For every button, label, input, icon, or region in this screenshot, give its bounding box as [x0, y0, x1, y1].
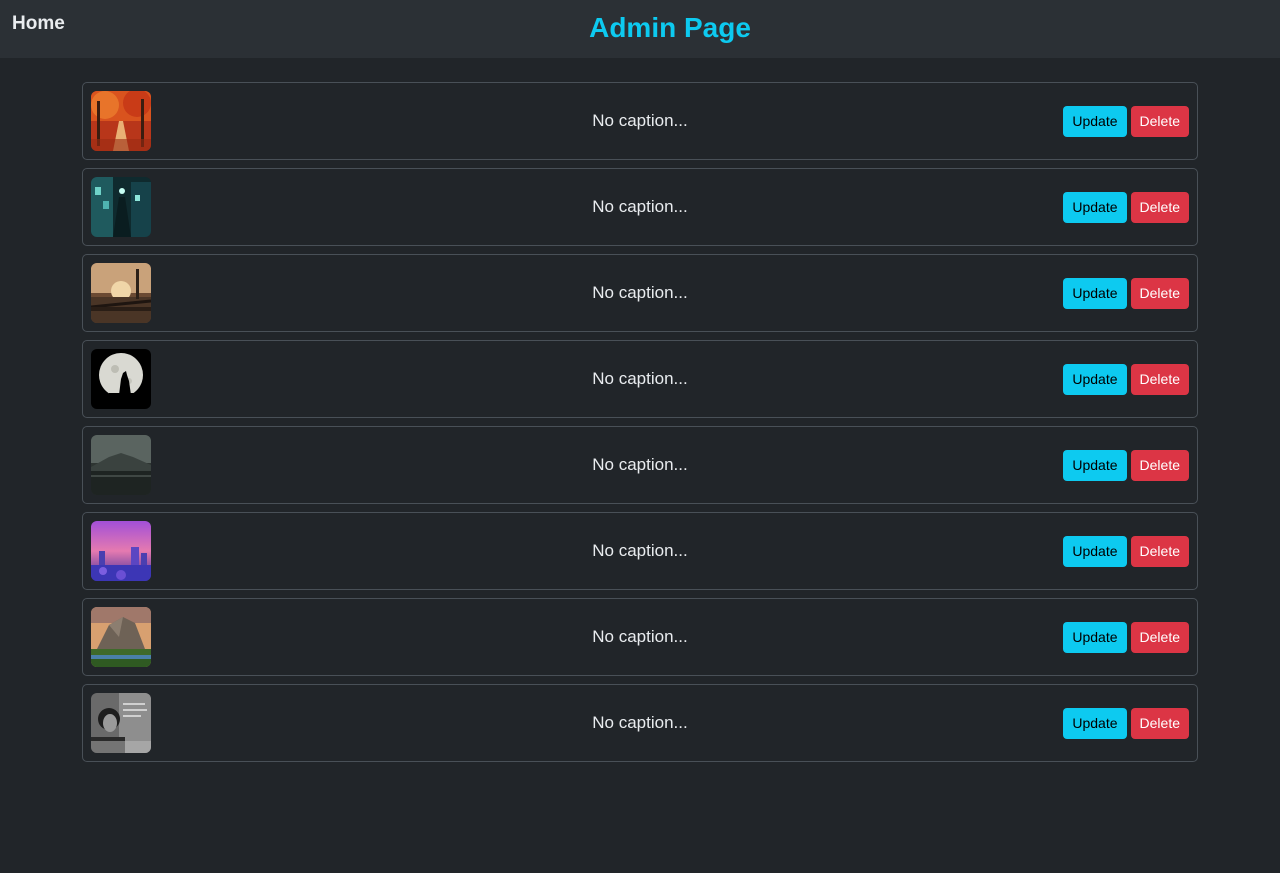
- list-item: No caption... Update Delete: [82, 598, 1198, 676]
- post-caption: No caption...: [592, 111, 688, 130]
- row-actions: Update Delete: [1063, 622, 1189, 653]
- update-button[interactable]: Update: [1063, 278, 1127, 309]
- list-item: No caption... Update Delete: [82, 82, 1198, 160]
- update-button[interactable]: Update: [1063, 708, 1127, 739]
- post-caption: No caption...: [592, 541, 688, 560]
- list-item: No caption... Update Delete: [82, 340, 1198, 418]
- post-caption: No caption...: [592, 369, 688, 388]
- delete-button[interactable]: Delete: [1130, 708, 1189, 739]
- post-caption: No caption...: [592, 713, 688, 732]
- page-title: Admin Page: [589, 12, 751, 43]
- delete-button[interactable]: Delete: [1130, 450, 1189, 481]
- list-item: No caption... Update Delete: [82, 254, 1198, 332]
- row-actions: Update Delete: [1063, 192, 1189, 223]
- update-button[interactable]: Update: [1063, 622, 1127, 653]
- row-actions: Update Delete: [1063, 450, 1189, 481]
- post-list: No caption... Update Delete No caption..…: [82, 82, 1198, 770]
- delete-button[interactable]: Delete: [1130, 278, 1189, 309]
- list-item: No caption... Update Delete: [82, 684, 1198, 762]
- delete-button[interactable]: Delete: [1130, 622, 1189, 653]
- update-button[interactable]: Update: [1063, 364, 1127, 395]
- delete-button[interactable]: Delete: [1130, 536, 1189, 567]
- row-actions: Update Delete: [1063, 106, 1189, 137]
- row-actions: Update Delete: [1063, 278, 1189, 309]
- list-item: No caption... Update Delete: [82, 426, 1198, 504]
- navbar: Home Admin Page: [0, 0, 1280, 58]
- update-button[interactable]: Update: [1063, 450, 1127, 481]
- update-button[interactable]: Update: [1063, 536, 1127, 567]
- delete-button[interactable]: Delete: [1130, 192, 1189, 223]
- list-item: No caption... Update Delete: [82, 168, 1198, 246]
- post-caption: No caption...: [592, 283, 688, 302]
- list-item: No caption... Update Delete: [82, 512, 1198, 590]
- post-caption: No caption...: [592, 627, 688, 646]
- delete-button[interactable]: Delete: [1130, 364, 1189, 395]
- post-caption: No caption...: [592, 197, 688, 216]
- row-actions: Update Delete: [1063, 536, 1189, 567]
- row-actions: Update Delete: [1063, 708, 1189, 739]
- delete-button[interactable]: Delete: [1130, 106, 1189, 137]
- update-button[interactable]: Update: [1063, 106, 1127, 137]
- row-actions: Update Delete: [1063, 364, 1189, 395]
- update-button[interactable]: Update: [1063, 192, 1127, 223]
- post-caption: No caption...: [592, 455, 688, 474]
